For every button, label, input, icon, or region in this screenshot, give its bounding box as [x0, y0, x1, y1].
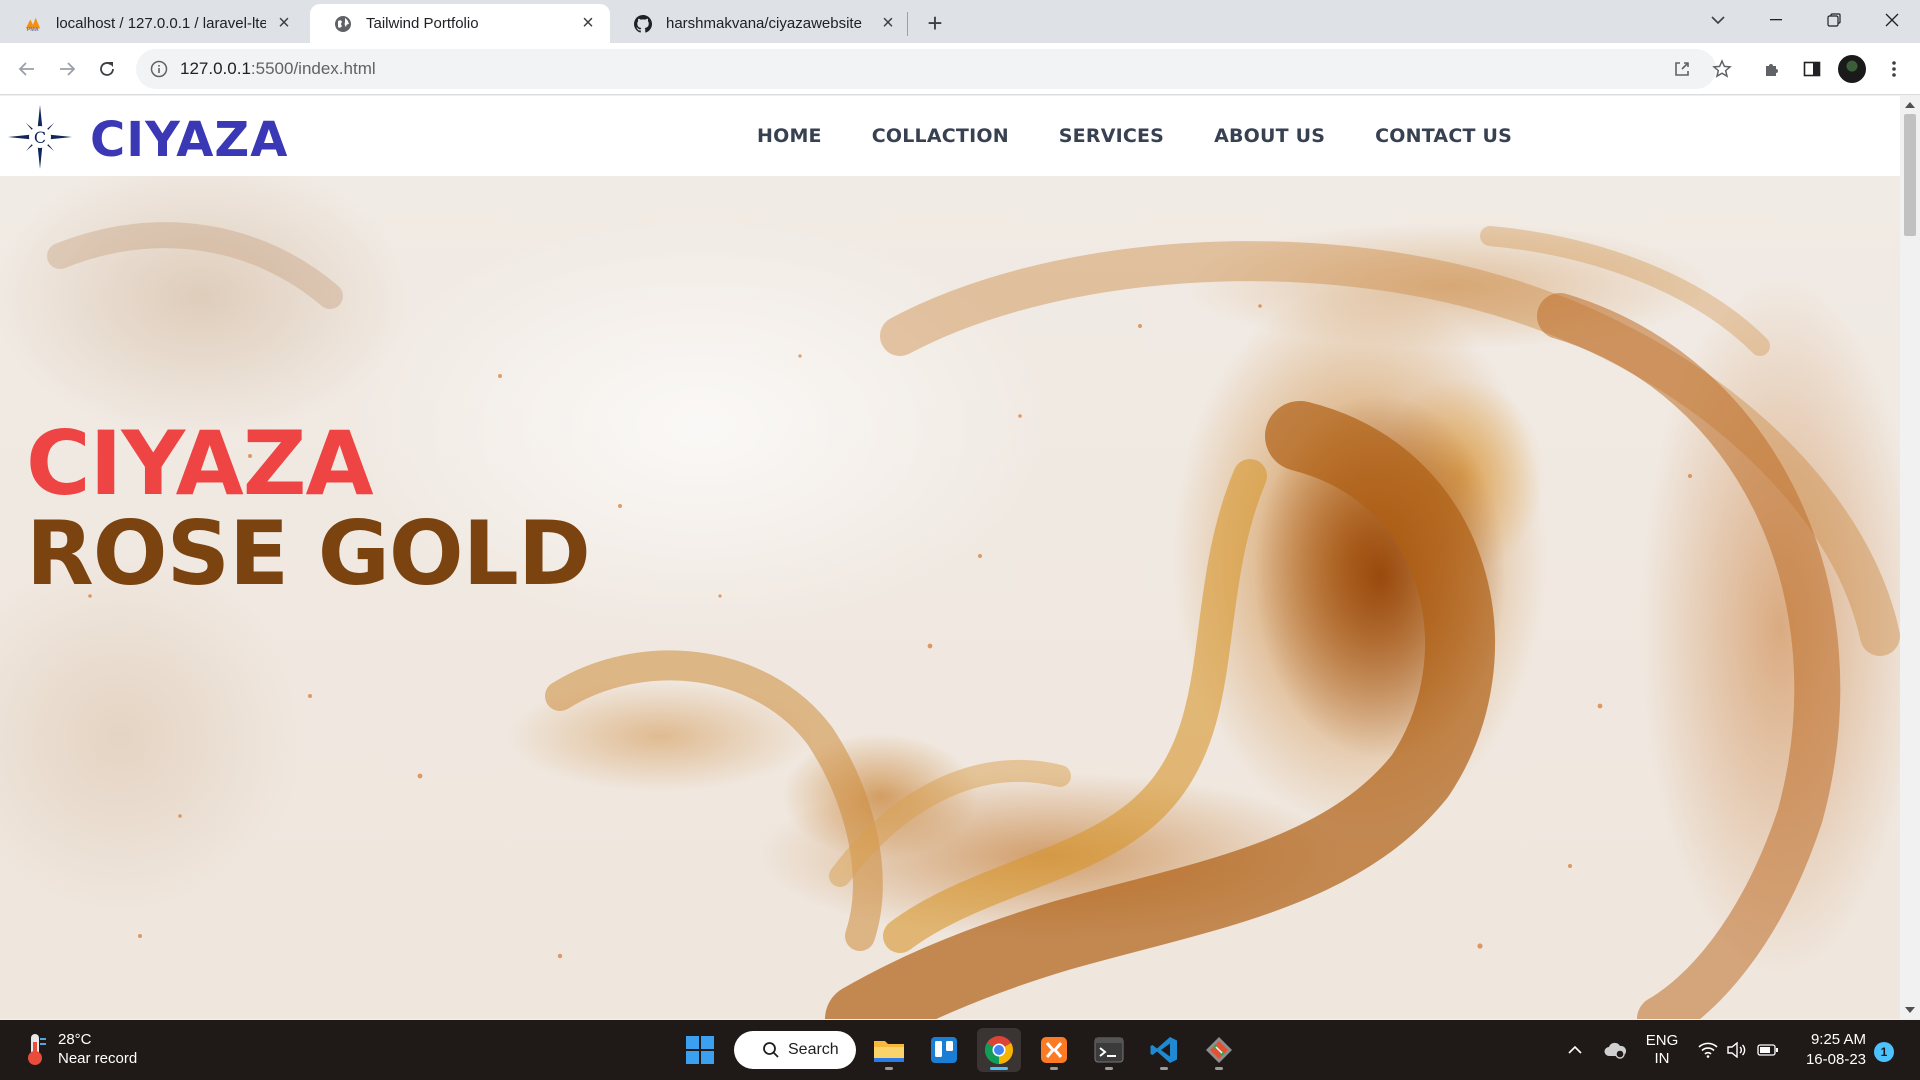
git-gui-icon: [1206, 1037, 1232, 1063]
minimize-button[interactable]: [1750, 0, 1802, 40]
menu-kebab-icon[interactable]: [1880, 55, 1908, 83]
github-icon: [634, 14, 652, 33]
taskbar-chrome[interactable]: [977, 1028, 1021, 1072]
tab-title: harshmakvana/ciyazawebsite: [666, 15, 862, 32]
taskbar-clock[interactable]: 9:25 AM 16-08-23: [1792, 1030, 1866, 1070]
clock-date: 16-08-23: [1805, 1051, 1866, 1068]
close-tab-icon[interactable]: ×: [878, 12, 898, 34]
close-tab-icon[interactable]: ×: [578, 12, 598, 34]
volume-icon[interactable]: [1724, 1020, 1748, 1080]
page-scrollbar[interactable]: [1900, 96, 1920, 1019]
hero-title-line2: ROSE GOLD: [26, 502, 591, 605]
nav-about-us[interactable]: ABOUT US: [1214, 125, 1325, 147]
thermometer-icon: [28, 1034, 46, 1065]
terminal-icon: [1094, 1037, 1124, 1063]
chrome-icon: [985, 1036, 1013, 1064]
nav-contact-us[interactable]: CONTACT US: [1375, 125, 1512, 147]
trello-icon: [931, 1037, 957, 1063]
running-indicator: [1050, 1067, 1058, 1070]
vscode-icon: [1150, 1037, 1177, 1063]
tab-github[interactable]: harshmakvana/ciyazawebsite ×: [610, 4, 910, 43]
input-language[interactable]: ENG IN: [1644, 1020, 1680, 1080]
reload-button[interactable]: [93, 55, 121, 83]
extensions-icon[interactable]: [1758, 55, 1786, 83]
browser-tab-strip: PMA localhost / 127.0.0.1 / laravel-lte …: [0, 0, 1920, 43]
new-tab-button[interactable]: +: [920, 8, 950, 38]
nav-services[interactable]: SERVICES: [1059, 125, 1164, 147]
running-indicator: [990, 1067, 1008, 1070]
lang-line1: ENG: [1645, 1032, 1679, 1049]
taskbar-terminal[interactable]: [1087, 1028, 1131, 1072]
notification-badge[interactable]: 1: [1874, 1042, 1894, 1062]
windows-taskbar: 28°C Near record Search ENG IN 9:25 AM 1…: [0, 1020, 1920, 1080]
site-nav: HOME COLLACTION SERVICES ABOUT US CONTAC…: [757, 96, 1512, 176]
address-bar[interactable]: 127.0.0.1:5500/index.html: [136, 49, 1716, 89]
taskbar-xampp[interactable]: [1032, 1028, 1076, 1072]
folder-icon: [874, 1041, 904, 1062]
tab-search-chevron-icon[interactable]: [1692, 0, 1744, 40]
site-brand[interactable]: CIYAZA: [90, 112, 288, 168]
info-icon[interactable]: [150, 60, 168, 78]
url-host: 127.0.0.1: [180, 59, 251, 78]
close-tab-icon[interactable]: ×: [274, 12, 294, 34]
profile-avatar[interactable]: [1838, 55, 1866, 83]
scroll-up-arrow-icon[interactable]: [1900, 98, 1920, 112]
page-viewport: C CIYAZA HOME COLLACTION SERVICES ABOUT …: [0, 96, 1900, 1019]
taskbar-file-explorer[interactable]: [867, 1028, 911, 1072]
running-indicator: [1160, 1067, 1168, 1070]
tab-title: Tailwind Portfolio: [366, 15, 479, 32]
tab-title: localhost / 127.0.0.1 / laravel-lte: [56, 15, 266, 32]
scroll-down-arrow-icon[interactable]: [1900, 1003, 1920, 1017]
taskbar-trello[interactable]: [922, 1028, 966, 1072]
back-button[interactable]: [13, 55, 41, 83]
nav-collaction[interactable]: COLLACTION: [872, 125, 1009, 147]
globe-icon: [334, 15, 352, 33]
tab-separator: [907, 12, 908, 36]
taskbar-search[interactable]: Search: [734, 1031, 856, 1069]
site-header: C CIYAZA HOME COLLACTION SERVICES ABOUT …: [0, 96, 1900, 176]
restore-button[interactable]: [1808, 0, 1860, 40]
onedrive-cloud-icon[interactable]: [1600, 1020, 1630, 1080]
battery-icon[interactable]: [1754, 1020, 1782, 1080]
running-indicator: [1105, 1067, 1113, 1070]
tab-tailwind-portfolio[interactable]: Tailwind Portfolio ×: [310, 4, 610, 43]
hero-section: CIYAZA ROSE GOLD: [0, 176, 1900, 1019]
bookmark-star-icon[interactable]: [1708, 55, 1736, 83]
wifi-icon[interactable]: [1696, 1020, 1720, 1080]
close-window-button[interactable]: [1866, 0, 1918, 40]
weather-temp: 28°C: [58, 1031, 92, 1048]
share-icon[interactable]: [1668, 55, 1696, 83]
tab-phpmyadmin[interactable]: PMA localhost / 127.0.0.1 / laravel-lte …: [0, 4, 306, 43]
running-indicator: [1215, 1067, 1223, 1070]
compass-star-logo-icon[interactable]: C: [6, 103, 74, 171]
running-indicator: [885, 1067, 893, 1070]
lang-line2: IN: [1654, 1050, 1670, 1067]
svg-text:PMA: PMA: [27, 27, 39, 33]
browser-toolbar: 127.0.0.1:5500/index.html: [0, 43, 1920, 95]
start-button[interactable]: [678, 1028, 722, 1072]
windows-logo-icon: [686, 1036, 714, 1064]
taskbar-vscode[interactable]: [1142, 1028, 1186, 1072]
clock-time: 9:25 AM: [1810, 1031, 1866, 1048]
search-label: Search: [788, 1041, 839, 1058]
show-hidden-icons-chevron-icon[interactable]: [1562, 1020, 1588, 1080]
hero-title-line1: CIYAZA: [26, 412, 374, 515]
weather-desc: Near record: [58, 1050, 138, 1067]
side-panel-icon[interactable]: [1798, 55, 1826, 83]
xampp-icon: [1041, 1037, 1067, 1063]
phpmyadmin-icon: PMA: [24, 15, 42, 33]
weather-widget[interactable]: 28°C Near record: [22, 1030, 137, 1068]
svg-text:C: C: [34, 128, 46, 147]
search-icon: [763, 1042, 779, 1058]
scrollbar-thumb[interactable]: [1904, 114, 1916, 236]
forward-button[interactable]: [53, 55, 81, 83]
taskbar-git-gui[interactable]: [1197, 1028, 1241, 1072]
nav-home[interactable]: HOME: [757, 125, 822, 147]
url-path: :5500/index.html: [250, 59, 376, 78]
